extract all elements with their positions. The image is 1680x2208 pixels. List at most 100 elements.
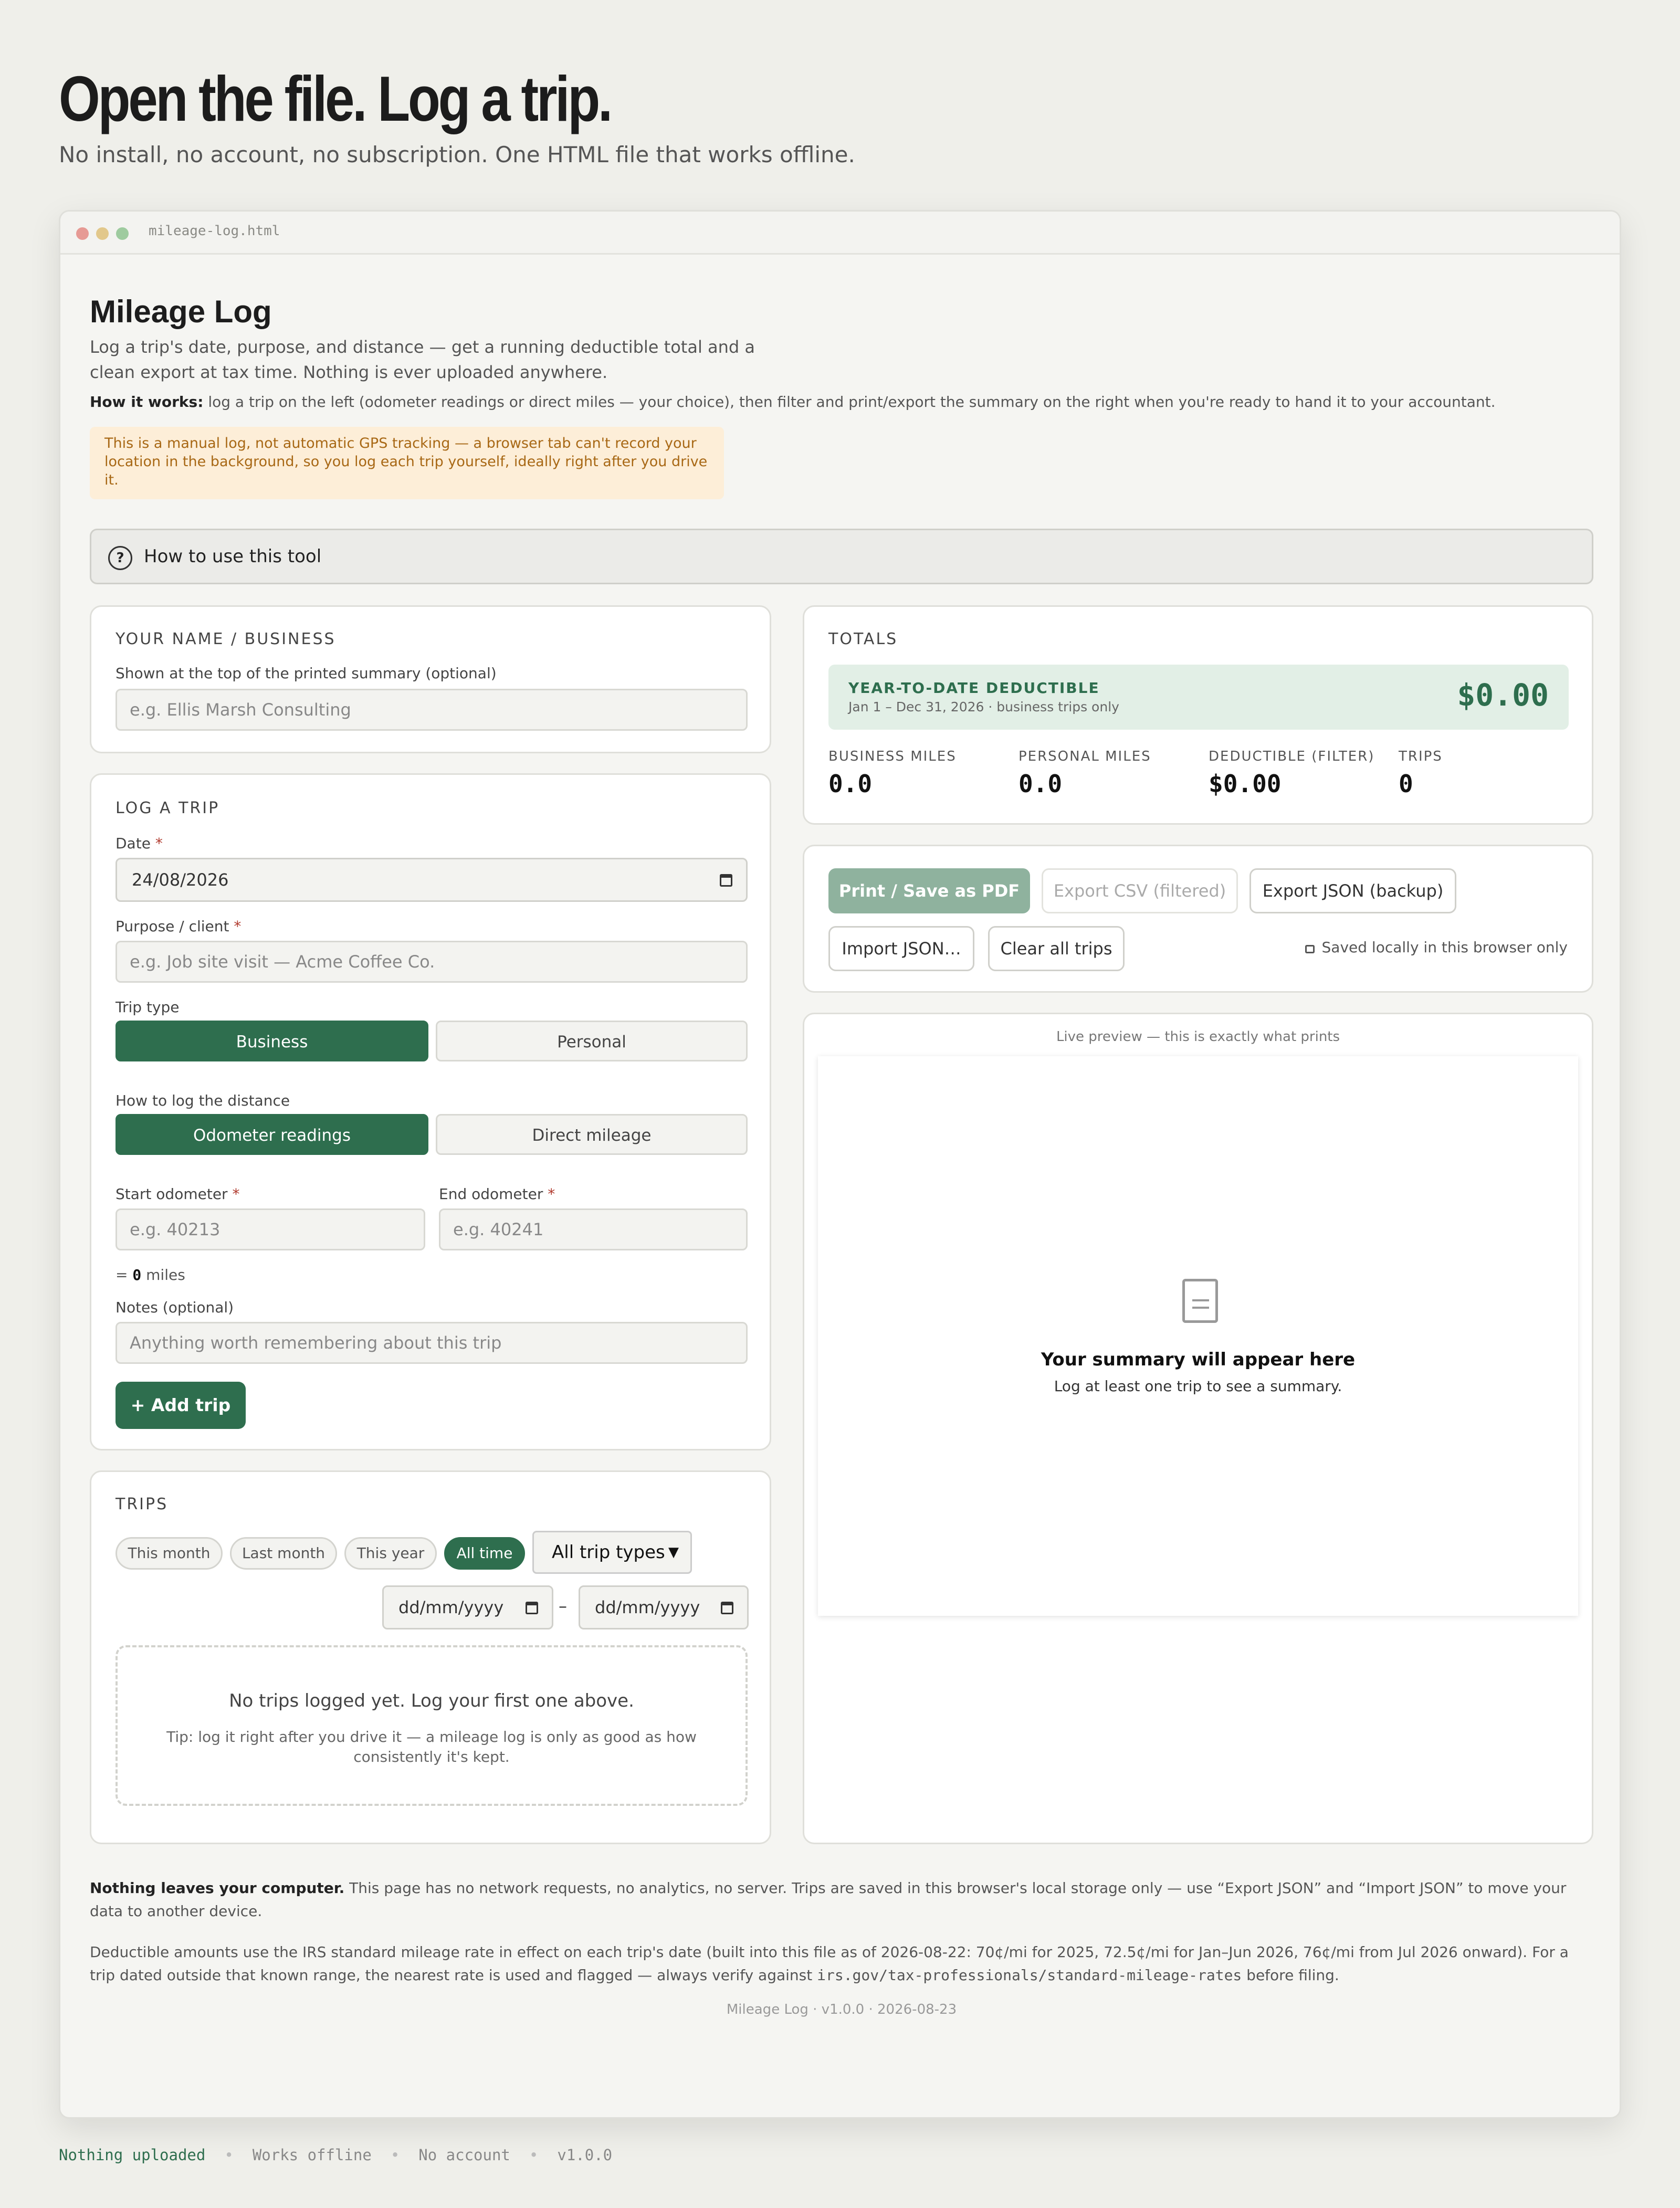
irs-rate-link: irs.gov/tax-professionals/standard-milea…	[817, 1967, 1242, 1984]
ytd-range: Jan 1 – Dec 31, 2026 · business trips on…	[848, 699, 1119, 714]
name-card-heading: YOUR NAME / BUSINESS	[116, 630, 336, 648]
notes-input[interactable]: Anything worth remembering about this tr…	[116, 1322, 748, 1364]
filter-all-time[interactable]: All time	[444, 1537, 525, 1570]
print-preview-page: Your summary will appear here Log at lea…	[818, 1056, 1578, 1616]
privacy-bold: Nothing leaves your computer.	[90, 1879, 345, 1897]
filter-this-year[interactable]: This year	[344, 1537, 437, 1570]
ytd-deductible-panel: YEAR-TO-DATE DEDUCTIBLE Jan 1 – Dec 31, …	[828, 665, 1569, 730]
stat-value: $0.00	[1209, 770, 1282, 798]
log-trip-heading: LOG A TRIP	[116, 799, 220, 817]
purpose-label: Purpose / client *	[116, 918, 241, 935]
calendar-icon[interactable]	[720, 874, 732, 887]
preview-caption: Live preview — this is exactly what prin…	[1056, 1029, 1340, 1045]
export-json-button[interactable]: Export JSON (backup)	[1250, 868, 1456, 913]
required-mark: *	[155, 835, 163, 852]
mode-direct-mileage[interactable]: Direct mileage	[436, 1114, 748, 1155]
required-mark: *	[232, 1185, 240, 1203]
chevron-down-icon: ▼	[668, 1544, 679, 1560]
trips-card: TRIPS This month Last month This year Al…	[90, 1470, 771, 1844]
stat-business-miles: BUSINESS MILES 0.0	[828, 749, 957, 798]
export-csv-button[interactable]: Export CSV (filtered)	[1042, 868, 1238, 913]
trip-type-business[interactable]: Business	[116, 1021, 428, 1061]
empty-trips-tip: Tip: log it right after you drive it — a…	[166, 1728, 697, 1765]
date-from-input[interactable]: dd/mm/yyyy	[382, 1585, 553, 1629]
status-separator: •	[390, 2146, 400, 2164]
date-input[interactable]: 24/08/2026	[116, 858, 748, 902]
print-save-pdf-button[interactable]: Print / Save as PDF	[828, 868, 1030, 913]
minimize-dot-icon	[96, 227, 109, 240]
purpose-label-text: Purpose / client	[116, 918, 229, 935]
notes-label: Notes (optional)	[116, 1299, 234, 1316]
maximize-dot-icon	[116, 227, 129, 240]
trip-type-select[interactable]: All trip types ▼	[532, 1531, 692, 1574]
clear-all-trips-button[interactable]: Clear all trips	[988, 926, 1125, 971]
date-range-separator: –	[559, 1596, 567, 1616]
status-no-account: No account	[418, 2146, 510, 2164]
rate-note: Deductible amounts use the IRS standard …	[90, 1941, 1593, 1987]
filter-this-month[interactable]: This month	[116, 1537, 223, 1570]
stat-label: TRIPS	[1399, 749, 1443, 764]
saved-locally-note: Saved locally in this browser only	[1305, 939, 1568, 956]
close-dot-icon	[76, 227, 89, 240]
status-works-offline: Works offline	[252, 2146, 372, 2164]
ytd-label: YEAR-TO-DATE DEDUCTIBLE	[848, 679, 1100, 697]
preview-empty-title: Your summary will appear here	[1041, 1349, 1356, 1370]
miles-suffix: miles	[141, 1266, 185, 1284]
start-odometer-input[interactable]: e.g. 40213	[116, 1208, 425, 1250]
app-description: Log a trip's date, purpose, and distance…	[90, 337, 755, 382]
add-trip-button[interactable]: + Add trip	[116, 1382, 246, 1429]
stat-value: 0	[1399, 770, 1413, 798]
date-label: Date *	[116, 835, 163, 852]
rate-text-end: before filing.	[1242, 1967, 1339, 1984]
trips-heading: TRIPS	[116, 1495, 169, 1513]
document-icon	[1182, 1279, 1218, 1323]
trip-type-personal[interactable]: Personal	[436, 1021, 748, 1061]
import-json-button[interactable]: Import JSON…	[828, 926, 974, 971]
stat-label: BUSINESS MILES	[828, 749, 957, 764]
how-it-works: How it works: log a trip on the left (od…	[90, 393, 1496, 411]
miles-prefix: =	[116, 1266, 133, 1284]
preview-empty-subtitle: Log at least one trip to see a summary.	[1054, 1378, 1342, 1395]
app-window: mileage-log.html Mileage Log Log a trip'…	[59, 210, 1621, 2119]
status-separator: •	[529, 2146, 539, 2164]
end-odometer-label: End odometer *	[439, 1185, 555, 1203]
calendar-icon[interactable]	[721, 1602, 733, 1614]
actions-card: Print / Save as PDF Export CSV (filtered…	[803, 845, 1593, 993]
app-title: Mileage Log	[90, 294, 272, 329]
purpose-input[interactable]: e.g. Job site visit — Acme Coffee Co.	[116, 941, 748, 983]
name-field-label: Shown at the top of the printed summary …	[116, 665, 497, 682]
calendar-icon[interactable]	[526, 1602, 538, 1614]
preview-card: Live preview — this is exactly what prin…	[803, 1013, 1593, 1844]
end-odometer-input[interactable]: e.g. 40241	[439, 1208, 748, 1250]
status-version: v1.0.0	[557, 2146, 613, 2164]
business-name-input[interactable]: e.g. Ellis Marsh Consulting	[116, 689, 748, 731]
privacy-note: Nothing leaves your computer. This page …	[90, 1877, 1593, 1923]
trip-type-label: Trip type	[116, 998, 180, 1016]
filter-last-month[interactable]: Last month	[230, 1537, 337, 1570]
required-mark: *	[234, 918, 242, 935]
stat-label: PERSONAL MILES	[1018, 749, 1151, 764]
start-odometer-label-text: Start odometer	[116, 1185, 228, 1203]
distance-mode-label: How to log the distance	[116, 1092, 290, 1109]
totals-heading: TOTALS	[828, 630, 898, 648]
status-nothing-uploaded: Nothing uploaded	[59, 2146, 206, 2164]
window-titlebar: mileage-log.html	[60, 212, 1620, 255]
how-to-use-label: How to use this tool	[144, 546, 322, 567]
trip-type-select-value: All trip types	[552, 1542, 665, 1563]
date-to-input[interactable]: dd/mm/yyyy	[579, 1585, 749, 1629]
window-filename: mileage-log.html	[149, 223, 280, 239]
required-mark: *	[548, 1185, 555, 1203]
saved-locally-text: Saved locally in this browser only	[1321, 939, 1568, 956]
date-to-placeholder: dd/mm/yyyy	[595, 1597, 700, 1617]
date-value: 24/08/2026	[132, 870, 229, 890]
start-odometer-label: Start odometer *	[116, 1185, 239, 1203]
log-trip-card: LOG A TRIP Date * 24/08/2026 Purpose / c…	[90, 773, 771, 1450]
end-odometer-label-text: End odometer	[439, 1185, 543, 1203]
how-to-use-toggle[interactable]: ? How to use this tool	[90, 529, 1593, 584]
hero-title: Open the file. Log a trip.	[59, 63, 613, 134]
ytd-amount: $0.00	[1457, 677, 1549, 713]
mode-odometer[interactable]: Odometer readings	[116, 1114, 428, 1155]
totals-card: TOTALS YEAR-TO-DATE DEDUCTIBLE Jan 1 – D…	[803, 605, 1593, 825]
stat-deductible-filter: DEDUCTIBLE (FILTER) $0.00	[1209, 749, 1374, 798]
help-icon: ?	[108, 546, 132, 570]
